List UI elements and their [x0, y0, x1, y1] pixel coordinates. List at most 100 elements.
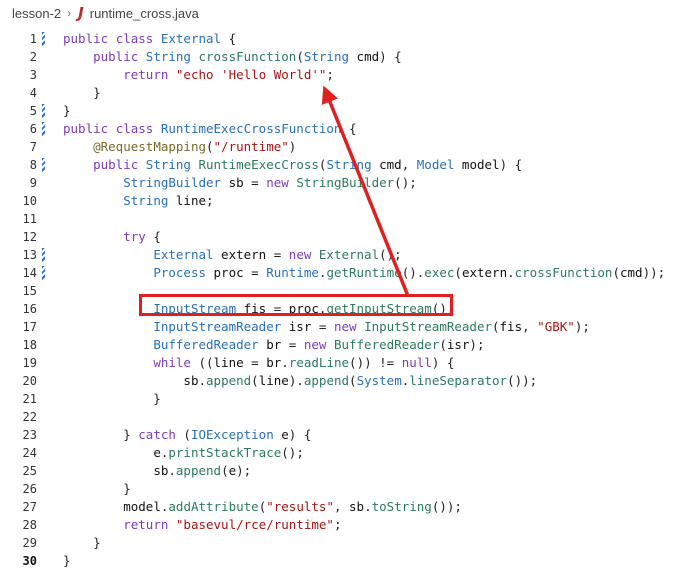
code-token: InputStreamReader: [153, 319, 289, 334]
line-number: 29: [22, 536, 37, 550]
code-line[interactable]: 3 return "echo 'Hello World'";: [0, 66, 679, 84]
code-token: append: [175, 463, 222, 478]
code-token: String: [145, 49, 199, 64]
code-line[interactable]: 23 } catch (IOException e) {: [0, 426, 679, 444]
code-line[interactable]: 19 while ((line = br.readLine()) != null…: [0, 354, 679, 372]
code-token: e: [153, 445, 161, 460]
change-marker-icon: [42, 266, 45, 280]
code-token: ();: [281, 445, 304, 460]
code-token: .: [281, 355, 289, 370]
code-token: cmd: [356, 49, 380, 64]
code-line[interactable]: 29 }: [0, 534, 679, 552]
code-text: }: [63, 480, 131, 498]
code-line[interactable]: 27 model.addAttribute("results", sb.toSt…: [0, 498, 679, 516]
breadcrumb-file[interactable]: runtime_cross.java: [90, 6, 199, 21]
code-line[interactable]: 7 @RequestMapping("/runtime"): [0, 138, 679, 156]
code-token: "/runtime": [213, 139, 289, 154]
line-number: 7: [29, 140, 37, 154]
code-text: public String crossFunction(String cmd) …: [63, 48, 402, 66]
code-token: "GBK": [537, 319, 575, 334]
code-token: crossFunction: [198, 49, 297, 64]
code-token: }: [63, 535, 101, 550]
code-token: .: [168, 463, 176, 478]
code-text: e.printStackTrace();: [63, 444, 304, 462]
code-text: }: [63, 102, 71, 120]
code-token: }: [63, 391, 161, 406]
code-token: ;: [326, 67, 334, 82]
code-line[interactable]: 5}: [0, 102, 679, 120]
code-token: String: [303, 49, 357, 64]
code-line[interactable]: 24 e.printStackTrace();: [0, 444, 679, 462]
code-text: public class External {: [63, 30, 236, 48]
code-line[interactable]: 30}: [0, 552, 679, 570]
code-token: ));: [642, 265, 666, 280]
code-line[interactable]: 9 StringBuilder sb = new StringBuilder()…: [0, 174, 679, 192]
code-token: "echo 'Hello World'": [175, 67, 327, 82]
change-marker-icon: [42, 158, 45, 172]
change-marker-icon: [42, 32, 45, 46]
code-line[interactable]: 21 }: [0, 390, 679, 408]
line-number: 5: [29, 104, 37, 118]
code-line[interactable]: 1 public class External {: [0, 30, 679, 48]
code-token: String: [123, 193, 176, 208]
code-token: ) {: [499, 157, 523, 172]
line-number: 19: [22, 356, 37, 370]
code-line[interactable]: 17 InputStreamReader isr = new InputStre…: [0, 318, 679, 336]
code-token: =: [318, 319, 334, 334]
line-number: 22: [22, 410, 37, 424]
code-token: (: [492, 319, 500, 334]
code-line[interactable]: 12 try {: [0, 228, 679, 246]
breadcrumb-folder[interactable]: lesson-2: [12, 6, 61, 21]
code-token: (: [251, 373, 259, 388]
code-token: (: [439, 337, 447, 352]
code-line[interactable]: 25 sb.append(e);: [0, 462, 679, 480]
code-token: return: [123, 517, 176, 532]
code-token: ) {: [431, 355, 455, 370]
code-token: {: [153, 229, 161, 244]
line-number: 13: [22, 248, 37, 262]
code-line[interactable]: 28 return "basevul/rce/runtime";: [0, 516, 679, 534]
code-token: =: [251, 175, 267, 190]
code-line[interactable]: 2 public String crossFunction(String cmd…: [0, 48, 679, 66]
code-line[interactable]: 4 }: [0, 84, 679, 102]
code-token: =: [288, 337, 304, 352]
code-line[interactable]: 8 public String RuntimeExecCross(String …: [0, 156, 679, 174]
code-token: ,: [333, 499, 350, 514]
code-token: =: [251, 265, 267, 280]
code-token: printStackTrace: [168, 445, 282, 460]
line-number: 26: [22, 482, 37, 496]
change-marker-icon: [42, 248, 45, 262]
code-line[interactable]: 6 public class RuntimeExecCrossFunction {: [0, 120, 679, 138]
code-text: return "basevul/rce/runtime";: [63, 516, 341, 534]
code-token: RuntimeExecCrossFunction: [160, 121, 349, 136]
code-line[interactable]: 13 External extern = new External();: [0, 246, 679, 264]
code-token: append: [303, 373, 350, 388]
code-token: append: [206, 373, 252, 388]
code-line[interactable]: 20 sb.append(line).append(System.lineSep…: [0, 372, 679, 390]
line-number: 21: [22, 392, 37, 406]
code-token: public: [93, 49, 146, 64]
code-line[interactable]: 26 }: [0, 480, 679, 498]
code-token: toString: [371, 499, 432, 514]
code-line[interactable]: 10 String line;: [0, 192, 679, 210]
code-line[interactable]: 22: [0, 408, 679, 426]
code-token: StringBuilder: [123, 175, 229, 190]
code-token: isr: [288, 319, 319, 334]
code-token: extern: [461, 265, 508, 280]
code-line[interactable]: 18 BufferedReader br = new BufferedReade…: [0, 336, 679, 354]
code-text: model.addAttribute("results", sb.toStrin…: [63, 498, 462, 516]
code-line[interactable]: 14 Process proc = Runtime.getRuntime().e…: [0, 264, 679, 282]
code-token: ((: [198, 355, 214, 370]
code-line[interactable]: 11: [0, 210, 679, 228]
code-token: Runtime: [266, 265, 319, 280]
code-token: {: [349, 121, 357, 136]
code-token: model: [123, 499, 161, 514]
